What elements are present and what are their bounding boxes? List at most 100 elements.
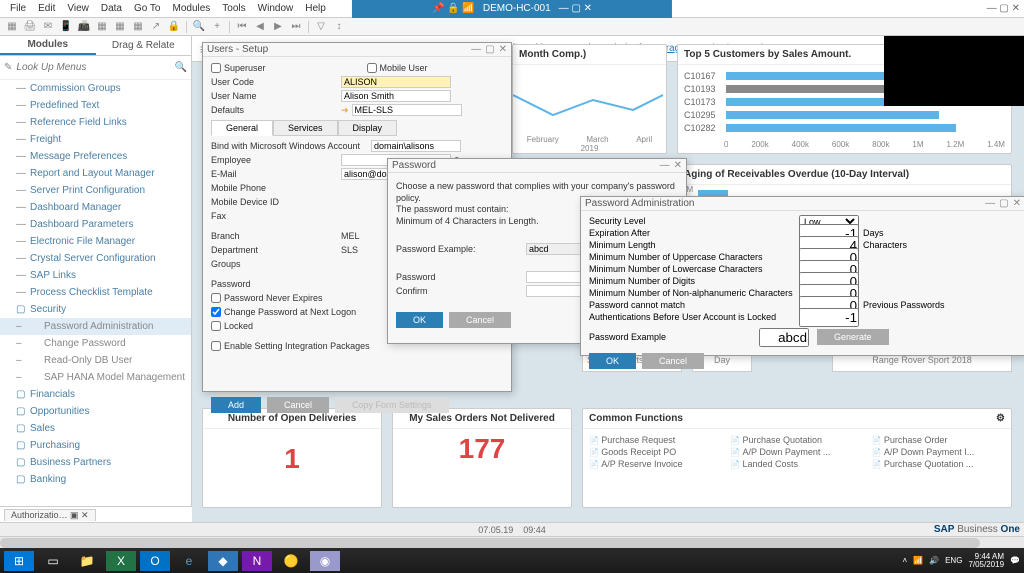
nav-item[interactable]: —SAP Links <box>0 267 191 284</box>
menu-help[interactable]: Help <box>299 3 332 14</box>
mobile-user-checkbox[interactable] <box>367 63 377 73</box>
cancel-button[interactable]: Cancel <box>642 353 704 369</box>
generate-button[interactable]: Generate <box>817 329 889 345</box>
close-icon[interactable]: ✕ <box>499 44 507 55</box>
link-arrow-icon[interactable]: ➜ <box>341 105 349 116</box>
nav-item[interactable]: ▢Security <box>0 301 191 318</box>
lock-screen-icon[interactable]: 🔒 <box>166 20 182 34</box>
nav-item[interactable]: —Crystal Server Configuration <box>0 250 191 267</box>
sms-icon[interactable]: 📱 <box>58 20 74 34</box>
add-button[interactable]: Add <box>211 397 261 413</box>
nav-item[interactable]: —Message Preferences <box>0 148 191 165</box>
menu-edit[interactable]: Edit <box>32 3 61 14</box>
common-function-link[interactable]: A/P Down Payment ... <box>730 447 863 457</box>
gear-icon[interactable]: ⚙ <box>996 413 1005 424</box>
print-preview-icon[interactable]: ▦ <box>4 20 20 34</box>
maximize-icon[interactable]: ▢ <box>999 198 1008 209</box>
app-window-controls[interactable]: — ▢ ✕ <box>987 3 1020 14</box>
nav-item[interactable]: –SAP HANA Model Management <box>0 369 191 386</box>
user-name-input[interactable] <box>341 90 451 102</box>
common-function-link[interactable]: Purchase Order <box>872 435 1005 445</box>
email-icon[interactable]: ✉ <box>40 20 56 34</box>
app-icon[interactable]: ◉ <box>310 551 340 571</box>
enable-integration-checkbox[interactable] <box>211 341 221 351</box>
nav-item[interactable]: ▢Banking <box>0 471 191 488</box>
nav-item[interactable]: ▢Business Partners <box>0 454 191 471</box>
launch-app-icon[interactable]: ↗ <box>148 20 164 34</box>
tray-volume-icon[interactable]: 🔊 <box>929 556 939 565</box>
nav-item[interactable]: —Report and Layout Manager <box>0 165 191 182</box>
never-expires-checkbox[interactable] <box>211 293 221 303</box>
export-pdf-icon[interactable]: ▦ <box>130 20 146 34</box>
nav-item[interactable]: —Server Print Configuration <box>0 182 191 199</box>
onenote-icon[interactable]: N <box>242 551 272 571</box>
change-next-logon-checkbox[interactable] <box>211 307 221 317</box>
nav-item[interactable]: —Dashboard Parameters <box>0 216 191 233</box>
common-function-link[interactable]: Purchase Quotation <box>730 435 863 445</box>
nav-item[interactable]: –Change Password <box>0 335 191 352</box>
nav-item[interactable]: ▢Purchasing <box>0 437 191 454</box>
nav-item[interactable]: —Dashboard Manager <box>0 199 191 216</box>
minimize-icon[interactable]: — <box>985 198 995 209</box>
tray-notifications-icon[interactable]: 💬 <box>1010 556 1020 565</box>
common-function-link[interactable]: Purchase Quotation ... <box>872 459 1005 469</box>
excel-icon[interactable]: X <box>106 551 136 571</box>
password-input[interactable] <box>526 271 586 283</box>
tab-modules[interactable]: Modules <box>0 36 96 55</box>
export-excel-icon[interactable]: ▦ <box>94 20 110 34</box>
menu-file[interactable]: File <box>4 3 32 14</box>
maximize-icon[interactable]: ▢ <box>485 44 494 55</box>
menu-view[interactable]: View <box>61 3 95 14</box>
menu-data[interactable]: Data <box>95 3 128 14</box>
common-function-link[interactable]: Landed Costs <box>730 459 863 469</box>
nav-item[interactable]: ▢Opportunities <box>0 403 191 420</box>
edge-icon[interactable]: e <box>174 551 204 571</box>
tray-chevron-icon[interactable]: ˄ <box>902 556 907 565</box>
cancel-button[interactable]: Cancel <box>267 397 329 413</box>
nav-item[interactable]: —Electronic File Manager <box>0 233 191 250</box>
menu-goto[interactable]: Go To <box>128 3 167 14</box>
confirm-input[interactable] <box>526 285 586 297</box>
tray-network-icon[interactable]: 📶 <box>913 556 923 565</box>
start-button[interactable]: ⊞ <box>4 551 34 571</box>
taskview-icon[interactable]: ▭ <box>38 551 68 571</box>
common-function-link[interactable]: Purchase Request <box>589 435 722 445</box>
bottom-tab-authorization[interactable]: Authorizatio… ▣ ✕ <box>4 509 96 521</box>
minimize-icon[interactable]: — <box>660 160 670 171</box>
tab-display[interactable]: Display <box>338 120 398 136</box>
nav-item[interactable]: –Password Administration <box>0 318 191 335</box>
menu-window[interactable]: Window <box>252 3 300 14</box>
add-icon[interactable]: + <box>209 20 225 34</box>
search-icon[interactable]: 🔍 <box>175 62 187 73</box>
defaults-input[interactable] <box>352 104 462 116</box>
nav-item[interactable]: –Read-Only DB User <box>0 352 191 369</box>
common-function-link[interactable]: A/P Reserve Invoice <box>589 459 722 469</box>
nav-item[interactable]: ▢Sales <box>0 420 191 437</box>
menu-modules[interactable]: Modules <box>166 3 216 14</box>
nav-item[interactable]: ▢Financials <box>0 386 191 403</box>
ok-button[interactable]: OK <box>589 353 636 369</box>
search-input[interactable] <box>16 62 174 73</box>
nav-item[interactable]: —Commission Groups <box>0 80 191 97</box>
export-word-icon[interactable]: ▦ <box>112 20 128 34</box>
ok-button[interactable]: OK <box>396 312 443 328</box>
nav-item[interactable]: —Process Checklist Template <box>0 284 191 301</box>
next-record-icon[interactable]: ▶ <box>270 20 286 34</box>
prev-record-icon[interactable]: ◀ <box>252 20 268 34</box>
common-function-link[interactable]: Goods Receipt PO <box>589 447 722 457</box>
locked-checkbox[interactable] <box>211 321 221 331</box>
close-icon[interactable]: ✕ <box>1013 198 1021 209</box>
first-record-icon[interactable]: ⏮ <box>234 20 250 34</box>
sap-icon[interactable]: ◆ <box>208 551 238 571</box>
close-icon[interactable]: ✕ <box>674 160 682 171</box>
tab-general[interactable]: General <box>211 120 273 136</box>
outlook-icon[interactable]: O <box>140 551 170 571</box>
tab-drag-relate[interactable]: Drag & Relate <box>96 36 192 55</box>
common-function-link[interactable]: A/P Down Payment I... <box>872 447 1005 457</box>
sort-icon[interactable]: ↕ <box>331 20 347 34</box>
auth-before-lock-input[interactable] <box>799 308 859 327</box>
title-window-controls[interactable]: — ▢ ✕ <box>559 3 592 14</box>
nav-item[interactable]: —Predefined Text <box>0 97 191 114</box>
tray-lang[interactable]: ENG <box>945 556 962 565</box>
print-icon[interactable]: 🖨 <box>22 20 38 34</box>
